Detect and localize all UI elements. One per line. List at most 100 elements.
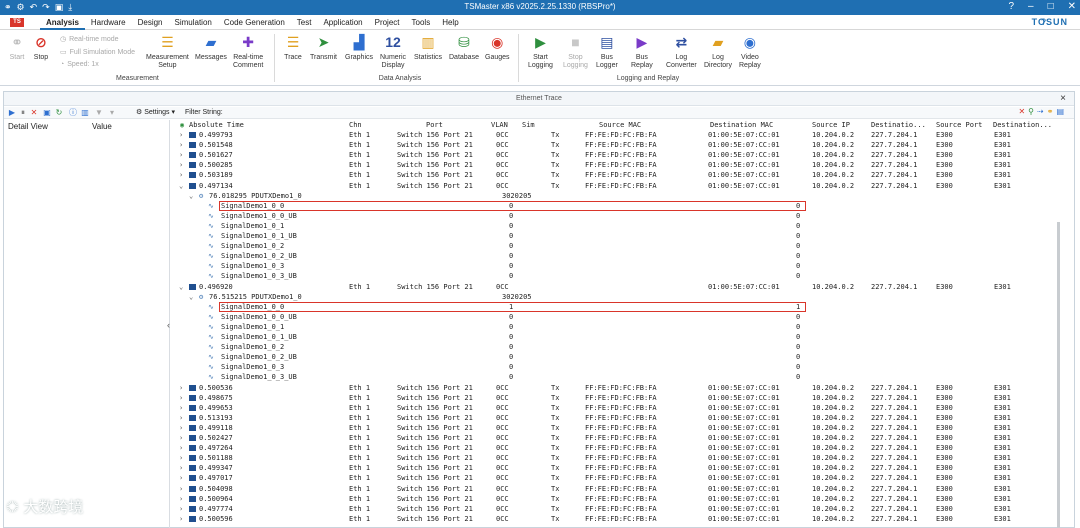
chevron-right-icon[interactable]: › (179, 453, 183, 463)
trace-row[interactable]: › 0.497017 Eth 1 Switch 156 Port 21 0CC Tx FF:… (174, 473, 1062, 483)
menu-application[interactable]: Application (317, 17, 368, 30)
signal-row[interactable]: ∿ SignalDemo1_0_0_UB 0 0 (174, 211, 1062, 221)
start-button[interactable]: ⚭ Start (8, 33, 26, 62)
gauges-button[interactable]: ◉ Gauges (485, 33, 510, 62)
chevron-right-icon[interactable]: › (179, 383, 183, 393)
minimize-button[interactable]: – (1028, 1, 1034, 12)
chevron-right-icon[interactable]: › (179, 150, 183, 160)
menu-design[interactable]: Design (132, 17, 169, 30)
signal-row[interactable]: ∿ SignalDemo1_0_2 0 0 (174, 241, 1062, 251)
video-replay-button[interactable]: ◉ Video Replay (739, 33, 761, 70)
signal-row[interactable]: ∿ SignalDemo1_0_3_UB 0 0 (174, 271, 1062, 281)
trace-row[interactable]: › 0.503189 Eth 1 Switch 156 Port 21 0CC Tx FF:… (174, 170, 1062, 180)
start-logging-button[interactable]: ▶ Start Logging (528, 33, 553, 70)
trace-row[interactable]: › 0.500536 Eth 1 Switch 156 Port 21 0CC Tx FF:… (174, 383, 1062, 393)
realtime-mode-option[interactable]: ◷ Real-time mode (60, 35, 119, 44)
toggle-view-icon[interactable]: ▣ (42, 108, 52, 118)
search-icon[interactable]: ⚲ (1028, 107, 1034, 116)
menu-analysis[interactable]: Analysis (40, 17, 85, 30)
app-logo-icon[interactable]: TS (10, 18, 24, 27)
chevron-right-icon[interactable]: › (179, 140, 183, 150)
signal-row[interactable]: ∿ SignalDemo1_0_0 1 1 (174, 301, 1062, 312)
bus-logger-button[interactable]: ▤ Bus Logger (596, 33, 618, 70)
signal-row[interactable]: ∿ SignalDemo1_0_3_UB 0 0 (174, 372, 1062, 382)
trace-row[interactable]: › 0.499118 Eth 1 Switch 156 Port 21 0CC Tx FF:… (174, 423, 1062, 433)
chevron-right-icon[interactable]: › (179, 514, 183, 524)
col-absolute-time[interactable]: Absolute Time (189, 121, 244, 129)
signal-row[interactable]: ∿ SignalDemo1_0_2 0 0 (174, 342, 1062, 352)
trace-row[interactable]: ⌄ 0.497134 Eth 1 Switch 156 Port 21 0CC Tx FF:… (174, 181, 1062, 191)
signal-row[interactable]: ∿ SignalDemo1_0_0_UB 0 0 (174, 312, 1062, 322)
pause-icon[interactable]: ⏸ (18, 108, 28, 118)
database-button[interactable]: ⛁ Database (449, 33, 479, 62)
settings-dropdown[interactable]: ⚙ Settings ▾ (136, 108, 175, 116)
trace-button[interactable]: ☰ Trace (284, 33, 302, 62)
bus-replay-button[interactable]: ▶ Bus Replay (631, 33, 653, 70)
menu-simulation[interactable]: Simulation (169, 17, 218, 30)
maximize-button[interactable]: □ (1048, 1, 1054, 12)
close-icon[interactable]: × (1060, 93, 1066, 104)
chevron-right-icon[interactable]: › (179, 433, 183, 443)
trace-row[interactable]: › 0.504098 Eth 1 Switch 156 Port 21 0CC Tx FF:… (174, 484, 1062, 494)
measurement-setup-button[interactable]: ☰ Measurement Setup (146, 33, 189, 70)
col-source-mac[interactable]: Source MAC (599, 121, 641, 129)
trace-row[interactable]: › 0.500596 Eth 1 Switch 156 Port 21 0CC Tx FF:… (174, 514, 1062, 524)
transmit-button[interactable]: ➤ Transmit (310, 33, 337, 62)
pdu-row[interactable]: ⌄ ⚙ 76.515215 PDUTXDemo1_0 3020205 (174, 292, 1062, 302)
col-port[interactable]: Port (426, 121, 443, 129)
chevron-right-icon[interactable]: › (179, 494, 183, 504)
realtime-comment-button[interactable]: ✚ Real-time Comment (233, 33, 263, 70)
chevron-right-icon[interactable]: › (179, 170, 183, 180)
signal-row[interactable]: ∿ SignalDemo1_0_1_UB 0 0 (174, 231, 1062, 241)
col-vlan[interactable]: VLAN (491, 121, 508, 129)
filter-options-icon[interactable]: ▾ (107, 108, 117, 118)
pdu-row[interactable]: ⌄ ⚙ 76.018295 PDUTXDemo1_0 3020205 (174, 191, 1062, 201)
chevron-right-icon[interactable]: › (179, 413, 183, 423)
graphics-button[interactable]: ▟ Graphics (345, 33, 373, 62)
highlight-icon[interactable]: ⇢ (1037, 107, 1044, 116)
col-destination-mac[interactable]: Destination MAC (710, 121, 773, 129)
close-button[interactable]: ✕ (1068, 1, 1076, 12)
statistics-button[interactable]: ▥ Statistics (414, 33, 442, 62)
chevron-right-icon[interactable]: › (179, 403, 183, 413)
menu-test[interactable]: Test (291, 17, 318, 30)
help-icon[interactable]: ? (1008, 1, 1014, 12)
col-source-port[interactable]: Source Port (936, 121, 982, 129)
messages-button[interactable]: ▰ Messages (195, 33, 227, 62)
chevron-right-icon[interactable]: › (179, 463, 183, 473)
chevron-right-icon[interactable]: › (179, 393, 183, 403)
menu-help[interactable]: Help (436, 17, 464, 30)
link-icon[interactable]: ⚭ (1047, 107, 1054, 116)
trace-row[interactable]: › 0.501188 Eth 1 Switch 156 Port 21 0CC Tx FF:… (174, 453, 1062, 463)
signal-row[interactable]: ∿ SignalDemo1_0_0 0 0 (174, 200, 1062, 211)
clear-icon[interactable]: ✕ (29, 108, 39, 118)
info-icon[interactable]: ⓘ (68, 108, 78, 118)
chevron-right-icon[interactable]: › (179, 484, 183, 494)
chevron-right-icon[interactable]: › (179, 443, 183, 453)
stop-logging-button[interactable]: ■ Stop Logging (563, 33, 588, 70)
chevron-down-icon[interactable]: ⌄ (179, 181, 183, 191)
col-destination-port[interactable]: Destination... (993, 121, 1052, 129)
time-mode-icon[interactable]: ◉ (180, 121, 184, 129)
col-source-ip[interactable]: Source IP (812, 121, 850, 129)
chevron-right-icon[interactable]: › (179, 130, 183, 140)
numeric-display-button[interactable]: 12 Numeric Display (380, 33, 406, 70)
trace-row[interactable]: › 0.499653 Eth 1 Switch 156 Port 21 0CC Tx FF:… (174, 403, 1062, 413)
trace-row[interactable]: › 0.502427 Eth 1 Switch 156 Port 21 0CC Tx FF:… (174, 433, 1062, 443)
chevron-down-icon[interactable]: ⌄ (189, 292, 193, 302)
col-sim[interactable]: Sim (522, 121, 535, 129)
menu-project[interactable]: Project (369, 17, 406, 30)
filter-icon[interactable]: ▼ (94, 108, 104, 118)
speed-option[interactable]: ◔ Speed: 1x (60, 61, 99, 68)
col-chn[interactable]: Chn (349, 121, 362, 129)
chevron-right-icon[interactable]: › (179, 473, 183, 483)
col-destination-ip[interactable]: Destinatio... (871, 121, 926, 129)
chevron-right-icon[interactable]: › (179, 423, 183, 433)
signal-row[interactable]: ∿ SignalDemo1_0_1 0 0 (174, 221, 1062, 231)
log-directory-button[interactable]: ▰ Log Directory (704, 33, 732, 70)
chevron-right-icon[interactable]: › (179, 160, 183, 170)
run-icon[interactable]: ▶ (7, 108, 17, 118)
refresh-icon[interactable]: ↻ (54, 108, 64, 118)
chevron-right-icon[interactable]: › (179, 504, 183, 514)
menu-code-generation[interactable]: Code Generation (218, 17, 291, 30)
